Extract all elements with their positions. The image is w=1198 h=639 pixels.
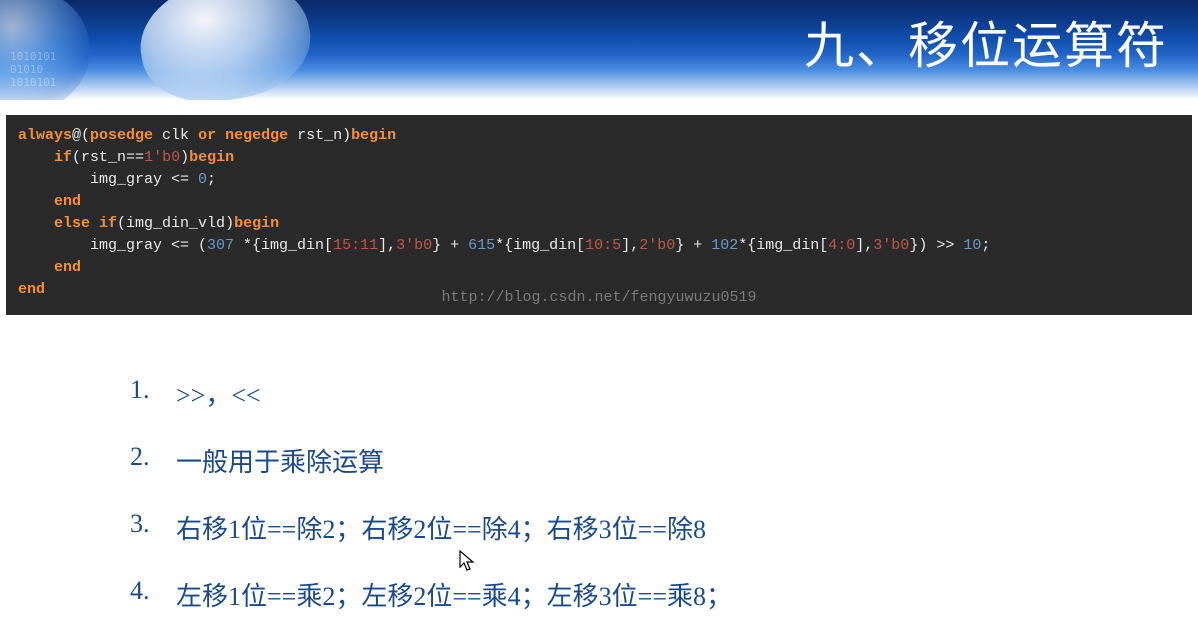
list-text: 一般用于乘除运算 [176,442,384,479]
code-line-2: if(rst_n==1'b0)begin [18,147,1180,169]
slide-title: 九、移位运算符 [804,6,1168,78]
list-item: 4. 左移1位==乘2；左移2位==乘4；左移3位==乘8； [130,576,1198,613]
code-line-4: end [18,191,1180,213]
header-decoration: 1010101 01010 1010101 [0,0,320,100]
list-text: 左移1位==乘2；左移2位==乘4；左移3位==乘8； [176,576,732,613]
list-text: >>，<< [176,375,261,412]
list-number: 4. [130,576,176,613]
slide-header: 1010101 01010 1010101 九、移位运算符 [0,0,1198,100]
list-number: 1. [130,375,176,412]
content-list: 1. >>，<< 2. 一般用于乘除运算 3. 右移1位==除2；右移2位==除… [0,315,1198,613]
list-item: 3. 右移1位==除2；右移2位==除4；右移3位==除8 [130,509,1198,546]
code-line-5: else if(img_din_vld)begin [18,213,1180,235]
list-text: 右移1位==除2；右移2位==除4；右移3位==除8 [176,509,706,546]
list-item: 2. 一般用于乘除运算 [130,442,1198,479]
list-number: 2. [130,442,176,479]
list-number: 3. [130,509,176,546]
code-line-1: always@(posedge clk or negedge rst_n)beg… [18,125,1180,147]
code-line-6: img_gray <= (307 *{img_din[15:11],3'b0} … [18,235,1180,257]
code-line-7: end [18,257,1180,279]
binary-decor-text: 1010101 01010 1010101 [10,50,56,90]
mouse-graphic [131,0,319,100]
watermark-text: http://blog.csdn.net/fengyuwuzu0519 [441,287,756,309]
code-block: always@(posedge clk or negedge rst_n)beg… [6,115,1192,315]
code-line-3: img_gray <= 0; [18,169,1180,191]
list-item: 1. >>，<< [130,375,1198,412]
